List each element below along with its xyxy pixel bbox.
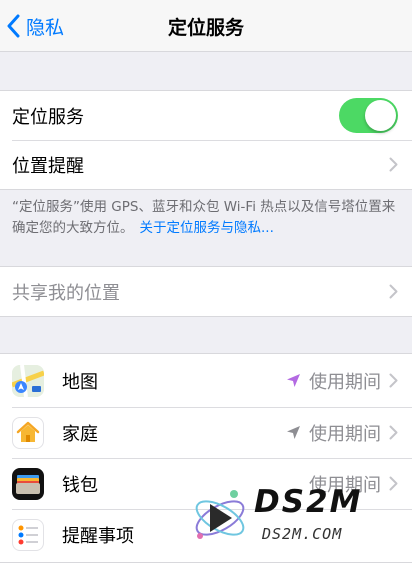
watermark-title: DS2M [254,484,363,520]
maps-icon [12,364,44,397]
share-location-group: 共享我的位置 [0,266,412,317]
location-arrow-icon [287,374,300,387]
page-title: 定位服务 [167,17,244,39]
reminders-icon [12,518,44,551]
chevron-right-icon [389,157,398,172]
location-settings-group: 定位服务 位置提醒 [0,90,412,190]
home-icon [12,416,44,449]
location-alerts-row[interactable]: 位置提醒 [0,140,412,189]
app-name: 地图 [62,371,98,393]
app-location-status: 使用期间 [286,420,381,446]
app-name: 家庭 [62,423,98,445]
status-text: 使用期间 [309,371,381,393]
navigation-bar: 隐私 定位服务 [0,0,412,52]
watermark-logo: DS2M DS2M.COM [188,480,410,552]
status-text: 使用期间 [309,423,381,445]
watermark-emblem-icon [195,490,245,539]
chevron-right-icon [389,373,398,388]
location-services-label: 定位服务 [12,106,84,128]
location-services-toggle[interactable] [339,98,398,133]
chevron-right-icon [389,425,398,440]
location-alerts-label: 位置提醒 [12,155,84,177]
app-location-status: 使用期间 [286,368,381,394]
wallet-icon [12,467,44,500]
app-row-maps[interactable]: 地图 使用期间 [0,354,412,407]
share-my-location-row[interactable]: 共享我的位置 [0,267,412,316]
location-arrow-icon [287,426,300,439]
app-row-home[interactable]: 家庭 使用期间 [0,407,412,458]
privacy-link[interactable]: 关于定位服务与隐私... [140,220,274,236]
chevron-right-icon [389,284,398,299]
toggle-knob [365,100,396,131]
location-services-row: 定位服务 [0,91,412,140]
location-services-description: “定位服务”使用 GPS、蓝牙和众包 Wi-Fi 热点以及信号塔位置来确定您的大… [12,197,404,239]
watermark-site: DS2M.COM [262,525,343,543]
share-my-location-label: 共享我的位置 [12,282,120,304]
